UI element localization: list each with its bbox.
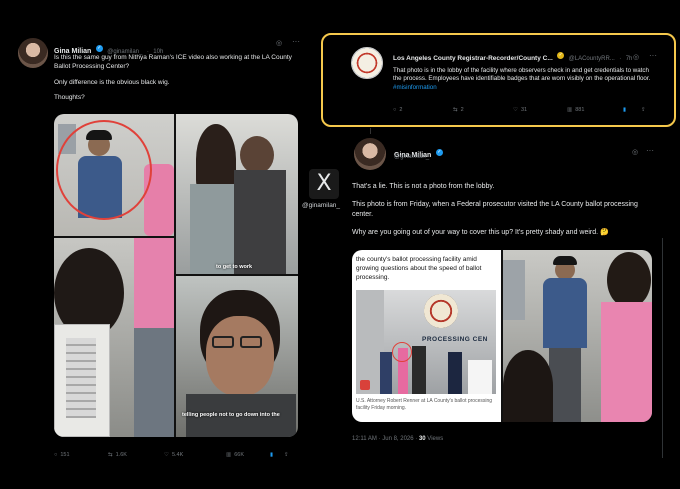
highlight-circle [56,120,152,220]
reply-icon: ○ [54,452,58,458]
article-caption: U.S. Attorney Robert Renner at LA County… [356,398,493,411]
sign-text: PROCESSING CEN [422,336,488,343]
avatar[interactable] [18,38,48,68]
avatar[interactable] [354,138,386,170]
video-caption-1: to get to work [216,264,253,270]
x-logo-icon: X [316,171,332,196]
views-button[interactable]: ▥ 66K [226,452,270,458]
article-screenshot[interactable]: the county's ballot processing facility … [352,250,501,422]
article-headline: the county's ballot processing facility … [356,256,482,281]
photo-crowd[interactable]: to get to work [176,114,298,274]
retweet-button[interactable]: ⇆ 2 [453,107,513,113]
reply-button[interactable]: ○ 2 [393,107,453,113]
county-seal-avatar[interactable] [351,47,383,79]
x-logo-badge: X [309,169,339,199]
more-icon[interactable]: ··· [649,51,657,60]
author-handle[interactable]: @LACountyRR... [569,56,615,62]
bookmark-icon[interactable]: ▮ [623,107,641,113]
like-button[interactable]: ♡ 5.4K [164,452,226,458]
retweet-icon: ⇆ [108,452,113,458]
reply-icon: ○ [393,107,397,113]
photo-pink-shirt[interactable] [54,238,174,437]
more-icon[interactable]: ··· [646,146,654,155]
tweet-time[interactable]: 7h [626,56,633,62]
watermark-handle: @ginamilan_ [302,202,341,209]
timestamp-line: 12:11 AM · Jun 8, 2026 · 30 Views [352,436,443,442]
tweet-text-line2: Only difference is the obvious black wig… [54,78,170,86]
heart-icon: ♡ [164,452,169,458]
tweet-text-line1: That's a lie. This is not a photo from t… [352,183,495,190]
county-tweet[interactable]: Los Angeles County Registrar-Recorder/Co… [321,33,676,127]
author-name[interactable]: Los Angeles County Registrar-Recorder/Co… [393,55,553,62]
tweet-text-line2: This photo is from Friday, when a Federa… [352,201,638,218]
heart-icon: ♡ [513,107,518,113]
reply-tweet[interactable]: Gina Milian ✓ @ginamilan_ ◎ ··· That's a… [342,134,660,454]
side-divider [662,238,663,458]
left-tweet[interactable]: Gina Milian ✓ @ginamilan_ · 10h ◎ ··· Is… [12,32,312,464]
hashtag-link[interactable]: #misinformation [393,84,437,91]
grok-icon[interactable]: ◎ [276,39,282,47]
county-seal [424,294,458,328]
timestamp[interactable]: 12:11 AM · Jun 8, 2026 · [352,436,417,442]
more-icon[interactable]: ··· [292,37,300,46]
tweet-text-line1: Is this the same guy from Nithya Raman's… [54,54,292,70]
share-icon[interactable]: ⇪ [284,452,289,458]
bookmark-icon[interactable]: ▮ [270,452,284,458]
grok-icon[interactable]: ◎ [633,53,639,61]
media-collage[interactable]: to get to work telling people not to go … [54,114,298,437]
views-count: 30 [418,436,426,442]
like-button[interactable]: ♡ 31 [513,107,567,113]
views-label: Views [427,436,444,442]
media-pair[interactable]: the county's ballot processing facility … [352,250,652,422]
article-photo[interactable]: PROCESSING CEN [356,290,496,394]
verified-icon: ✓ [435,149,443,157]
retweet-button[interactable]: ⇆ 1.6K [108,452,164,458]
photo-glasses[interactable]: telling people not to go down into the [176,276,298,437]
photo-blue-polo[interactable] [54,114,174,236]
play-icon[interactable] [360,380,370,390]
tweet-text: That photo is in the lobby of the facili… [393,67,651,83]
author-handle[interactable]: @ginamilan_ [394,154,429,160]
grok-icon[interactable]: ◎ [632,148,638,156]
reply-button[interactable]: ○ 151 [54,452,108,458]
views-button[interactable]: ▥ 881 [567,107,623,113]
highlight-circle [392,342,412,362]
verified-gov-icon: ✓ [557,52,565,60]
tweet-text-line3: Thoughts? [54,94,85,102]
verified-icon: ✓ [95,45,103,53]
photo-lobby[interactable] [503,250,652,422]
share-icon[interactable]: ⇪ [641,107,646,113]
tweet-text-line3: Why are you going out of your way to cov… [352,229,609,237]
views-icon: ▥ [226,452,232,458]
retweet-icon: ⇆ [453,107,458,113]
video-caption-2: telling people not to go down into the [182,412,280,418]
views-icon: ▥ [567,107,573,113]
